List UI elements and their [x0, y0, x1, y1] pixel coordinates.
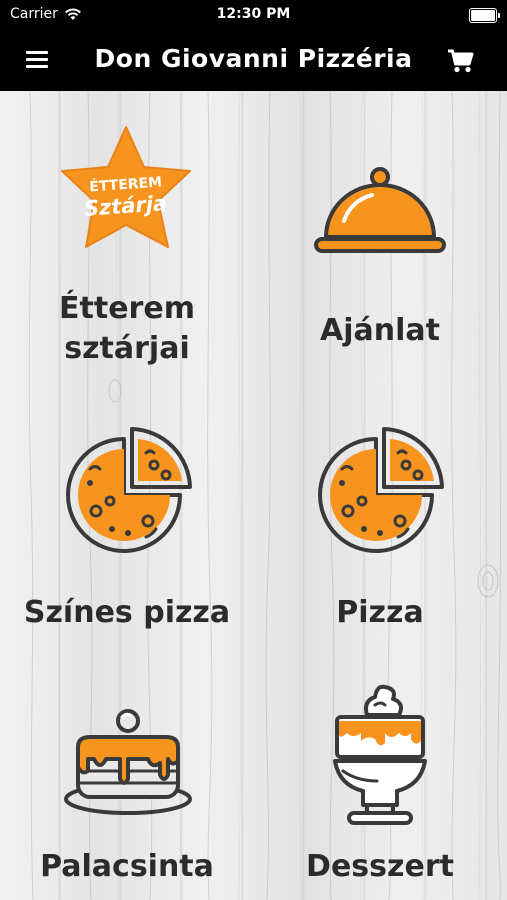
tile-desszert[interactable]: Desszert — [255, 651, 505, 900]
menu-grid: ÉTTEREM Sztárja Étterem sztárjai Ajánlat — [0, 91, 507, 900]
app-title: Don Giovanni Pizzéria — [94, 44, 413, 73]
pizza-icon — [66, 427, 192, 553]
tile-etterem-sztarjai[interactable]: ÉTTEREM Sztárja Étterem sztárjai — [2, 91, 252, 381]
tile-label: Palacsinta — [40, 849, 214, 884]
status-time: 12:30 PM — [216, 6, 291, 22]
dessert-cup-icon — [333, 684, 427, 825]
tile-label-line2: sztárjai — [64, 331, 190, 366]
star-badge-icon: ÉTTEREM Sztárja — [61, 126, 191, 248]
tile-szines-pizza[interactable]: Színes pizza — [2, 381, 252, 651]
cart-icon[interactable] — [447, 48, 475, 74]
cloche-icon — [314, 167, 446, 253]
tile-pizza[interactable]: Pizza — [255, 381, 505, 651]
tile-label: Desszert — [306, 849, 454, 884]
pizza-icon — [318, 427, 444, 553]
tile-palacsinta[interactable]: Palacsinta — [2, 651, 252, 900]
tile-label: Pizza — [336, 595, 424, 630]
status-bar: Carrier 12:30 PM — [0, 0, 507, 30]
battery-icon — [469, 8, 500, 23]
tile-label: Színes pizza — [23, 595, 231, 630]
navigation-bar: Don Giovanni Pizzéria — [0, 30, 507, 91]
tile-label: Ajánlat — [320, 313, 440, 348]
tile-label-line1: Étterem — [59, 291, 195, 326]
tile-label: Étterem sztárjai — [2, 289, 252, 369]
pancake-icon — [64, 709, 192, 815]
tile-ajanlat[interactable]: Ajánlat — [255, 91, 505, 381]
